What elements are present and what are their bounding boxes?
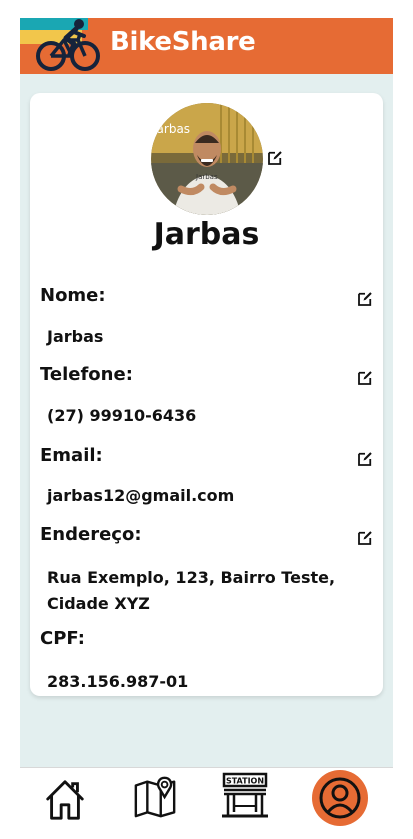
station-nav-button[interactable]: STATION — [220, 772, 270, 822]
bottom-nav: STATION — [20, 767, 393, 839]
field-label-cpf: CPF: — [40, 628, 85, 649]
field-value-cpf: 283.156.987-01 — [47, 672, 189, 691]
field-label-nome: Nome: — [40, 285, 106, 306]
field-value-email: jarbas12@gmail.com — [47, 486, 235, 505]
svg-text:STATION: STATION — [226, 777, 264, 786]
edit-email-icon[interactable] — [356, 450, 374, 468]
profile-card: Jarbas Jarbas Jarbas Nome: Jarbas Telefo — [30, 93, 383, 696]
svg-text:Jarbas: Jarbas — [152, 122, 190, 136]
edit-telefone-icon[interactable] — [356, 369, 374, 387]
app-screen: BikeShare Jarbas Jarbas Jarbas Nome: Jar… — [20, 18, 393, 839]
edit-endereco-icon[interactable] — [356, 529, 374, 547]
user-icon — [319, 777, 361, 819]
bike-logo-icon — [36, 19, 100, 71]
svg-text:Jarbas: Jarbas — [195, 173, 218, 181]
avatar[interactable]: Jarbas Jarbas — [151, 103, 263, 215]
edit-avatar-icon[interactable] — [266, 149, 284, 167]
app-header: BikeShare — [20, 18, 393, 74]
home-icon[interactable] — [42, 776, 88, 822]
app-title: BikeShare — [110, 27, 256, 57]
field-value-endereco-line1: Rua Exemplo, 123, Bairro Teste, — [47, 568, 336, 587]
edit-nome-icon[interactable] — [356, 290, 374, 308]
field-label-telefone: Telefone: — [40, 364, 133, 385]
profile-nav-button[interactable] — [312, 770, 368, 826]
field-value-nome: Jarbas — [47, 327, 104, 346]
map-icon[interactable] — [132, 773, 178, 821]
station-icon: STATION — [222, 772, 268, 818]
field-value-telefone: (27) 99910-6436 — [47, 406, 197, 425]
field-label-endereco: Endereço: — [40, 524, 142, 545]
field-value-endereco-line2: Cidade XYZ — [47, 594, 150, 613]
profile-name: Jarbas — [153, 217, 260, 252]
field-label-email: Email: — [40, 445, 103, 466]
